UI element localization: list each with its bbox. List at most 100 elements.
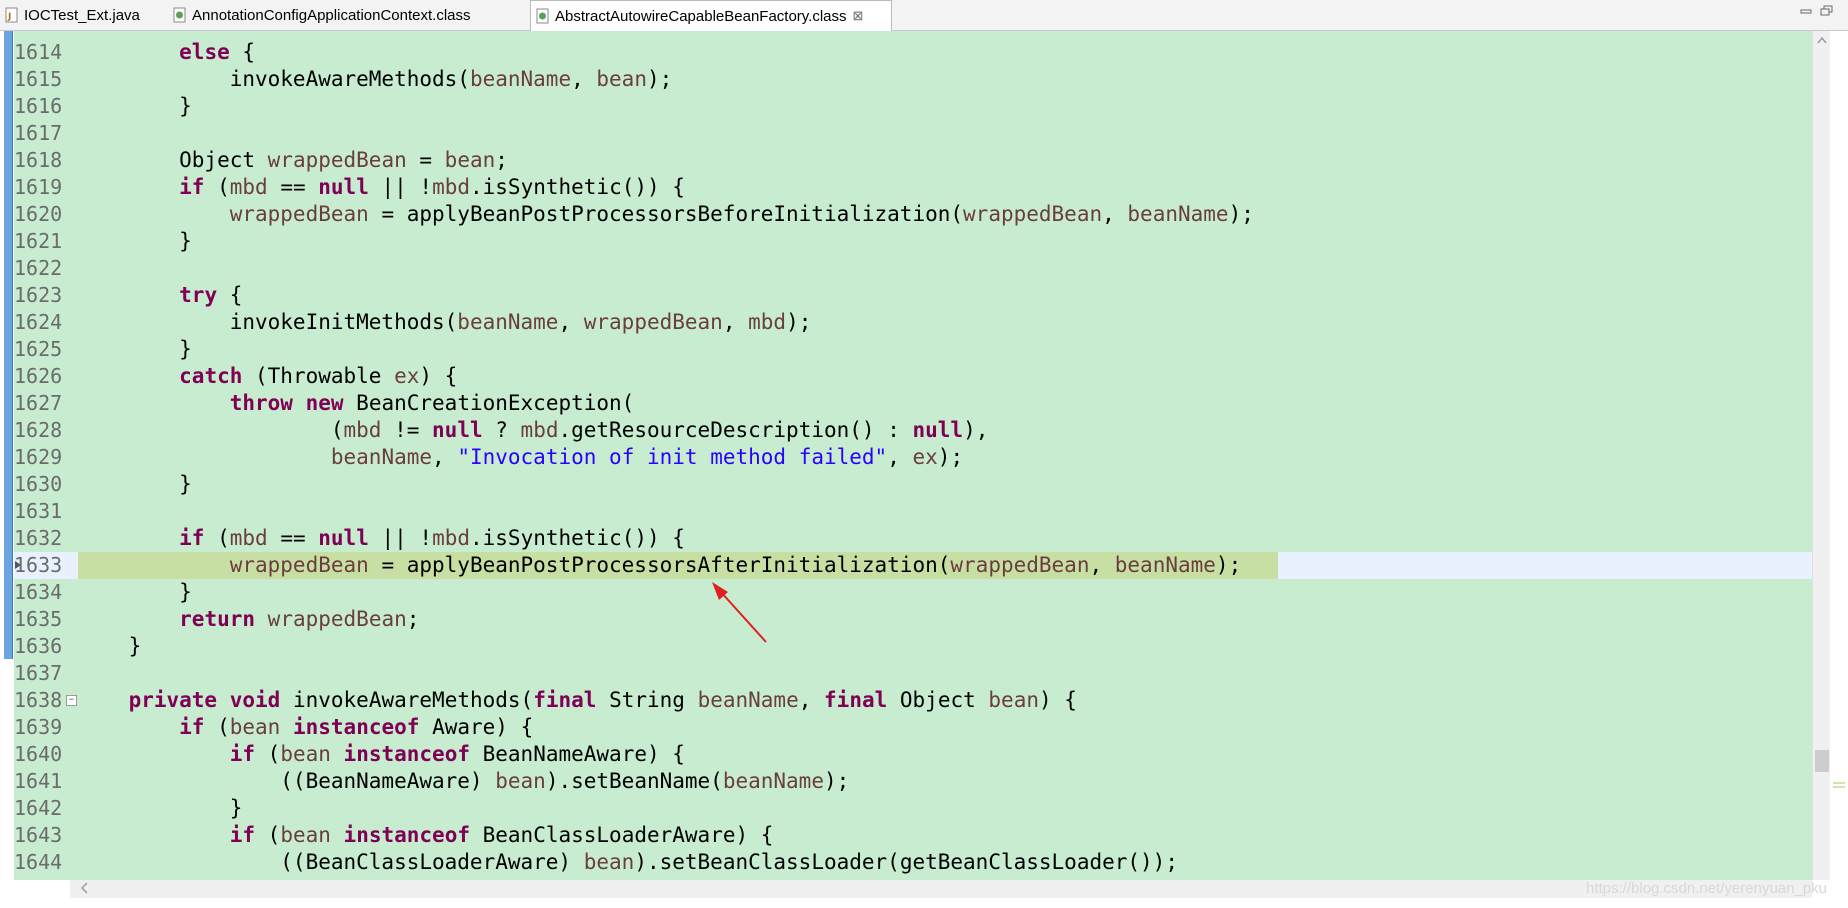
code-line[interactable]: 1615 invokeAwareMethods(beanName, bean); <box>14 66 1812 93</box>
code-line[interactable]: 1624 invokeInitMethods(beanName, wrapped… <box>14 309 1812 336</box>
code-token: (Throwable <box>242 364 395 388</box>
line-number: 1616 <box>14 94 63 118</box>
variable-token: wrappedBean <box>963 202 1103 226</box>
code-token: { <box>217 283 243 307</box>
keyword-token: null <box>432 418 483 442</box>
variable-token: ex <box>394 364 420 388</box>
variable-token: wrappedBean <box>583 310 723 334</box>
variable-token: wrappedBean <box>267 148 407 172</box>
horizontal-scrollbar[interactable] <box>70 880 1812 898</box>
code-text: invokeAwareMethods(beanName, bean); <box>78 66 673 93</box>
maximize-icon[interactable] <box>1820 4 1834 16</box>
code-line[interactable]: 1634 } <box>14 579 1812 606</box>
variable-token: bean <box>229 715 281 739</box>
code-line[interactable]: 1617 <box>14 120 1812 147</box>
line-number: 1640 <box>14 742 63 766</box>
line-number: 1629 <box>14 445 63 469</box>
overview-marker[interactable] <box>1833 786 1845 788</box>
code-token: { <box>229 40 256 64</box>
code-line[interactable]: 1630 } <box>14 471 1812 498</box>
code-line[interactable]: 1643 if (bean instanceof BeanClassLoader… <box>14 822 1812 849</box>
string-token: "Invocation of init method failed" <box>457 445 888 469</box>
code-token: = applyBeanPostProcessorsBeforeInitializ… <box>368 202 964 226</box>
code-line[interactable]: 1620 wrappedBean = applyBeanPostProcesso… <box>14 201 1812 228</box>
vertical-scrollbar[interactable] <box>1812 31 1831 880</box>
code-lines[interactable]: 1614 else {1615 invokeAwareMethods(beanN… <box>14 31 1812 880</box>
variable-token: wrappedBean <box>950 553 1090 577</box>
code-token: } <box>78 796 243 820</box>
code-line[interactable]: 1633 wrappedBean = applyBeanPostProcesso… <box>14 552 1812 579</box>
line-number: 1617 <box>14 121 63 145</box>
code-line[interactable]: 1622 <box>14 255 1812 282</box>
code-line[interactable]: 1621 } <box>14 228 1812 255</box>
code-line[interactable]: 1618 Object wrappedBean = bean; <box>14 147 1812 174</box>
line-number: 1615 <box>14 67 63 91</box>
code-line[interactable]: 1639 if (bean instanceof Aware) { <box>14 714 1812 741</box>
code-line[interactable]: 1638− private void invokeAwareMethods(fi… <box>14 687 1812 714</box>
code-token: , <box>571 67 597 91</box>
code-line[interactable]: 1631 <box>14 498 1812 525</box>
keyword-token: final <box>533 688 597 712</box>
keyword-token: new <box>305 391 344 415</box>
tab-ioctest-ext[interactable]: J IOCTest_Ext.java <box>0 0 168 30</box>
keyword-token: if <box>229 823 256 847</box>
variable-token: mbd <box>748 310 787 334</box>
code-line[interactable]: 1632 if (mbd == null || !mbd.isSynthetic… <box>14 525 1812 552</box>
code-token: ( <box>204 175 230 199</box>
code-token: invokeAwareMethods( <box>280 688 534 712</box>
code-token: , <box>1089 553 1115 577</box>
code-line[interactable]: 1637 <box>14 660 1812 687</box>
fold-collapse-icon[interactable]: − <box>66 695 77 706</box>
line-number: 1631 <box>14 499 63 523</box>
line-number: 1634 <box>14 580 63 604</box>
scroll-left-icon[interactable] <box>80 880 88 898</box>
vertical-scroll-thumb[interactable] <box>1815 750 1829 772</box>
code-token: == <box>267 175 319 199</box>
code-token: ).setBeanName( <box>545 769 723 793</box>
code-text: ((BeanNameAware) bean).setBeanName(beanN… <box>78 768 849 795</box>
close-tab-icon[interactable]: ⊠ <box>853 8 864 24</box>
variable-token: beanName <box>697 688 799 712</box>
code-line[interactable]: 1644 ((BeanClassLoaderAware) bean).setBe… <box>14 849 1812 876</box>
tab-abstract-autowire-capable-bean-factory[interactable]: AbstractAutowireCapableBeanFactory.class… <box>530 0 892 31</box>
code-token: invokeAwareMethods( <box>78 67 470 91</box>
overview-marker[interactable] <box>1833 782 1845 784</box>
code-line[interactable]: 1614 else { <box>14 39 1812 66</box>
code-line[interactable]: 1626 catch (Throwable ex) { <box>14 363 1812 390</box>
variable-token: bean <box>495 769 546 793</box>
code-line[interactable]: 1623 try { <box>14 282 1812 309</box>
keyword-token: if <box>179 526 205 550</box>
tab-annotation-config-application-context[interactable]: AnnotationConfigApplicationContext.class <box>168 0 530 30</box>
variable-token: beanName <box>457 310 559 334</box>
keyword-token: if <box>179 715 205 739</box>
code-token: } <box>78 634 142 658</box>
variable-token: wrappedBean <box>267 607 407 631</box>
variable-token: wrappedBean <box>229 553 369 577</box>
keyword-token: null <box>912 418 964 442</box>
code-text: ((BeanClassLoaderAware) bean).setBeanCla… <box>78 849 1178 876</box>
code-line[interactable]: 1636 } <box>14 633 1812 660</box>
code-line[interactable]: 1635 return wrappedBean; <box>14 606 1812 633</box>
code-editor[interactable]: 1614 else {1615 invokeAwareMethods(beanN… <box>0 31 1848 880</box>
code-line[interactable]: 1629 beanName, "Invocation of init metho… <box>14 444 1812 471</box>
minimize-icon[interactable] <box>1799 4 1813 16</box>
code-token: BeanClassLoaderAware) { <box>469 823 774 847</box>
editor-tab-bar: J IOCTest_Ext.java AnnotationConfigAppli… <box>0 0 1848 31</box>
scroll-up-icon[interactable] <box>1817 33 1827 47</box>
code-line[interactable]: 1625 } <box>14 336 1812 363</box>
code-line[interactable]: 1641 ((BeanNameAware) bean).setBeanName(… <box>14 768 1812 795</box>
code-line[interactable]: 1616 } <box>14 93 1812 120</box>
code-line[interactable]: 1640 if (bean instanceof BeanNameAware) … <box>14 741 1812 768</box>
code-line[interactable]: 1627 throw new BeanCreationException( <box>14 390 1812 417</box>
keyword-token: void <box>229 688 281 712</box>
code-line[interactable]: 1619 if (mbd == null || !mbd.isSynthetic… <box>14 174 1812 201</box>
code-line[interactable]: 1642 } <box>14 795 1812 822</box>
code-token: , <box>798 688 825 712</box>
code-token: ((BeanClassLoaderAware) <box>78 850 584 874</box>
code-line[interactable]: 1628 (mbd != null ? mbd.getResourceDescr… <box>14 417 1812 444</box>
variable-token: bean <box>583 850 635 874</box>
